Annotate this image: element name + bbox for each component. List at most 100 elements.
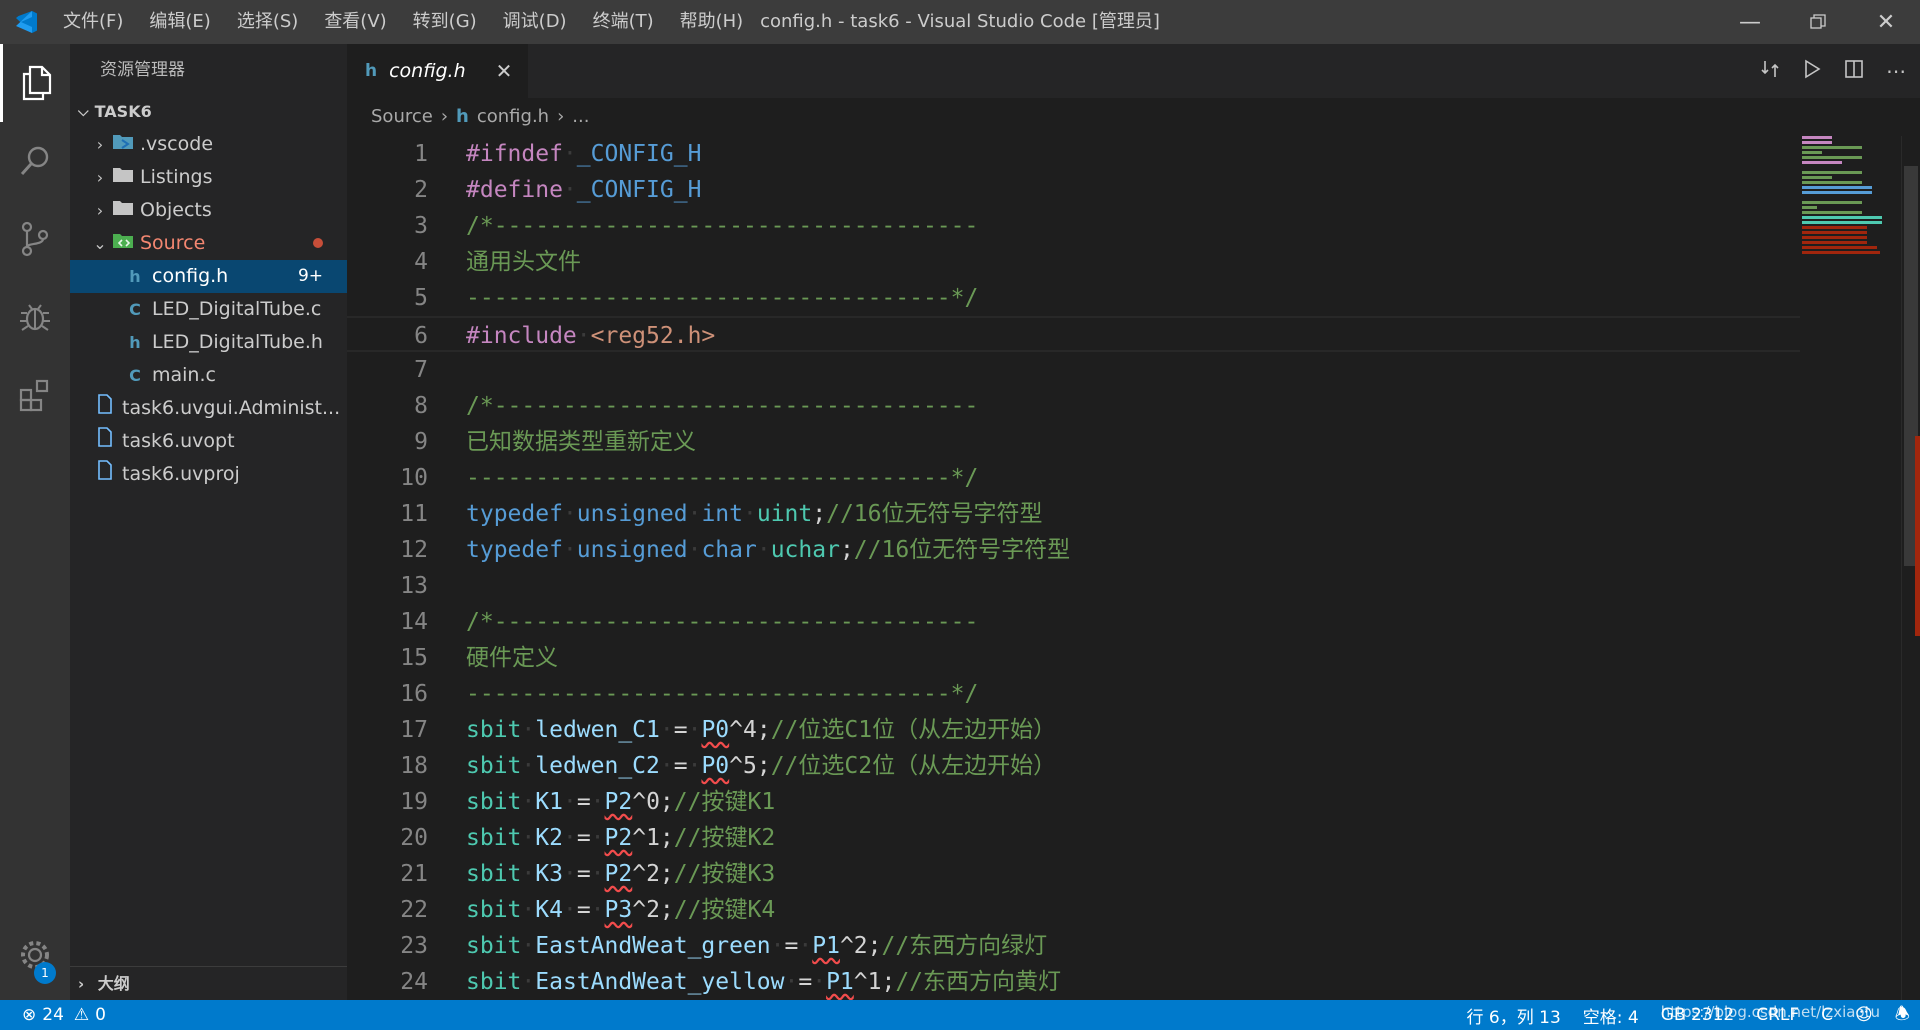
code-token: //东西方向绿灯 (881, 933, 1048, 959)
code-token: · (521, 789, 536, 815)
debug-icon[interactable] (0, 278, 70, 356)
tree-item-label: task6.uvopt (122, 430, 235, 452)
code-token: · (562, 501, 577, 527)
breadcrumb: Source › h config.h › ... (347, 98, 1920, 136)
code-token: sbit (466, 969, 522, 995)
breadcrumb-symbol[interactable]: ... (572, 98, 589, 136)
code-token: _CONFIG_H (576, 177, 702, 203)
notifications-icon[interactable]: 🕭 (1895, 1001, 1910, 1030)
code-token: 已知数据类型重新定义 (466, 429, 696, 455)
line-source: /*----------------------------------- (466, 604, 978, 640)
menu-item[interactable]: 帮助(H) (669, 0, 755, 44)
cursor-position[interactable]: 行 6，列 13 (1467, 1003, 1561, 1028)
code-line: 17 sbit·ledwen_C1·=·P0^4;//位选C1位（从左边开始） (347, 712, 1800, 748)
menu-item[interactable]: 文件(F) (52, 0, 134, 44)
code-editor[interactable]: 1 #ifndef·_CONFIG_H 2 #define·_CONFIG_H 3/*-… (347, 136, 1800, 1000)
folder-icon (110, 161, 136, 194)
code-token: · (521, 753, 536, 779)
warning-icon: ⚠ (73, 1005, 90, 1025)
chevron-right-icon: › (96, 168, 104, 187)
code-token: P0 (701, 753, 730, 779)
code-token: · (784, 969, 799, 995)
chevron-right-icon: › (440, 106, 449, 127)
code-token: int (701, 501, 743, 527)
tree-item[interactable]: › .vscode (70, 128, 347, 161)
code-line: 3 /*----------------------------------- (347, 208, 1800, 244)
line-number: 19 (400, 789, 428, 815)
tree-item-label: task6.uvproj (122, 463, 240, 485)
minimap-line (1802, 251, 1880, 254)
code-token: · (590, 825, 605, 851)
code-token: ledwen_C1 (535, 717, 660, 743)
code-token: · (590, 897, 605, 923)
window-controls: — ✕ (1716, 0, 1920, 44)
restore-icon[interactable] (1784, 0, 1852, 44)
workspace-name: TASK6 (94, 102, 152, 121)
minimize-icon[interactable]: — (1716, 0, 1784, 44)
chevron-right-icon: › (96, 201, 104, 220)
tree-item[interactable]: ⌄ Source (70, 227, 347, 260)
code-token: · (562, 789, 577, 815)
tree-item[interactable]: task6.uvproj (70, 458, 347, 491)
minimap-line (1802, 151, 1822, 154)
minimap-line (1802, 226, 1867, 229)
menu-item[interactable]: 调试(D) (492, 0, 578, 44)
tree-item[interactable]: h config.h 9+ (70, 260, 347, 293)
code-token: sbit (466, 789, 522, 815)
menu-item[interactable]: 转到(G) (402, 0, 488, 44)
code-token: K3 (535, 861, 563, 887)
code-token: = (673, 717, 688, 743)
code-token: ; (839, 537, 854, 563)
split-editor-icon[interactable] (1844, 59, 1864, 84)
tree-item[interactable]: › Listings (70, 161, 347, 194)
extensions-icon[interactable] (0, 356, 70, 434)
line-source: #define·_CONFIG_H (466, 172, 701, 208)
code-token: sbit (466, 933, 522, 959)
code-token: · (687, 537, 702, 563)
problems-indicator[interactable]: ⊗ 24 ⚠ 0 (0, 1005, 106, 1025)
minimap-line (1802, 231, 1867, 234)
code-token: //位选C2位（从左边开始） (770, 753, 1057, 779)
code-token: = (673, 753, 688, 779)
tree-item[interactable]: C LED_DigitalTube.c (70, 293, 347, 326)
breadcrumb-file[interactable]: config.h (477, 98, 549, 136)
menu-bar: 文件(F) 编辑(E) 选择(S) 查看(V) 转到(G) 调试(D) 终端(T) 帮助(H) (52, 0, 754, 44)
workspace-section-header[interactable]: ⌵ TASK6 (70, 96, 347, 128)
compare-changes-icon[interactable] (1760, 59, 1780, 84)
tree-item[interactable]: h LED_DigitalTube.h (70, 326, 347, 359)
more-actions-icon[interactable]: ⋯ (1886, 59, 1906, 83)
explorer-sidebar: 资源管理器 ⌵ TASK6 › .vscode › Listings › Objects ⌄… (70, 44, 347, 1000)
code-token: K2 (535, 825, 563, 851)
source-control-icon[interactable] (0, 200, 70, 278)
source-folder-icon (110, 227, 136, 260)
menu-item[interactable]: 选择(S) (226, 0, 309, 44)
code-token: ledwen_C2 (535, 753, 660, 779)
outline-section-header[interactable]: › 大纲 (70, 966, 347, 1000)
tree-item-label: Listings (140, 166, 213, 188)
tree-item[interactable]: Cmain.c (70, 359, 347, 392)
minimap-line (1802, 156, 1862, 159)
line-number: 16 (400, 681, 428, 707)
breadcrumb-folder[interactable]: Source (371, 98, 433, 136)
menu-item[interactable]: 查看(V) (313, 0, 397, 44)
code-line: 6 #include·<reg52.h> (347, 316, 1800, 352)
line-number: 24 (400, 969, 428, 995)
tree-item[interactable]: task6.uvopt (70, 425, 347, 458)
minimap[interactable] (1802, 136, 1902, 276)
tree-item[interactable]: › Objects (70, 194, 347, 227)
indentation[interactable]: 空格: 4 (1583, 1003, 1639, 1028)
tree-item[interactable]: task6.uvgui.Administ... (70, 392, 347, 425)
tree-item-label: main.c (152, 364, 216, 386)
search-icon[interactable] (0, 122, 70, 200)
close-window-icon[interactable]: ✕ (1852, 0, 1920, 44)
run-icon[interactable] (1802, 59, 1822, 84)
code-token: _CONFIG_H (576, 141, 702, 167)
tab-config-h[interactable]: h config.h ✕ (347, 44, 529, 98)
vertical-scrollbar[interactable] (1901, 136, 1920, 1000)
code-token: ^2; (632, 897, 674, 923)
explorer-icon[interactable] (0, 44, 70, 122)
settings-gear-icon[interactable]: 1 (0, 916, 70, 994)
close-tab-icon[interactable]: ✕ (496, 59, 513, 83)
menu-item[interactable]: 编辑(E) (138, 0, 221, 44)
menu-item[interactable]: 终端(T) (582, 0, 665, 44)
